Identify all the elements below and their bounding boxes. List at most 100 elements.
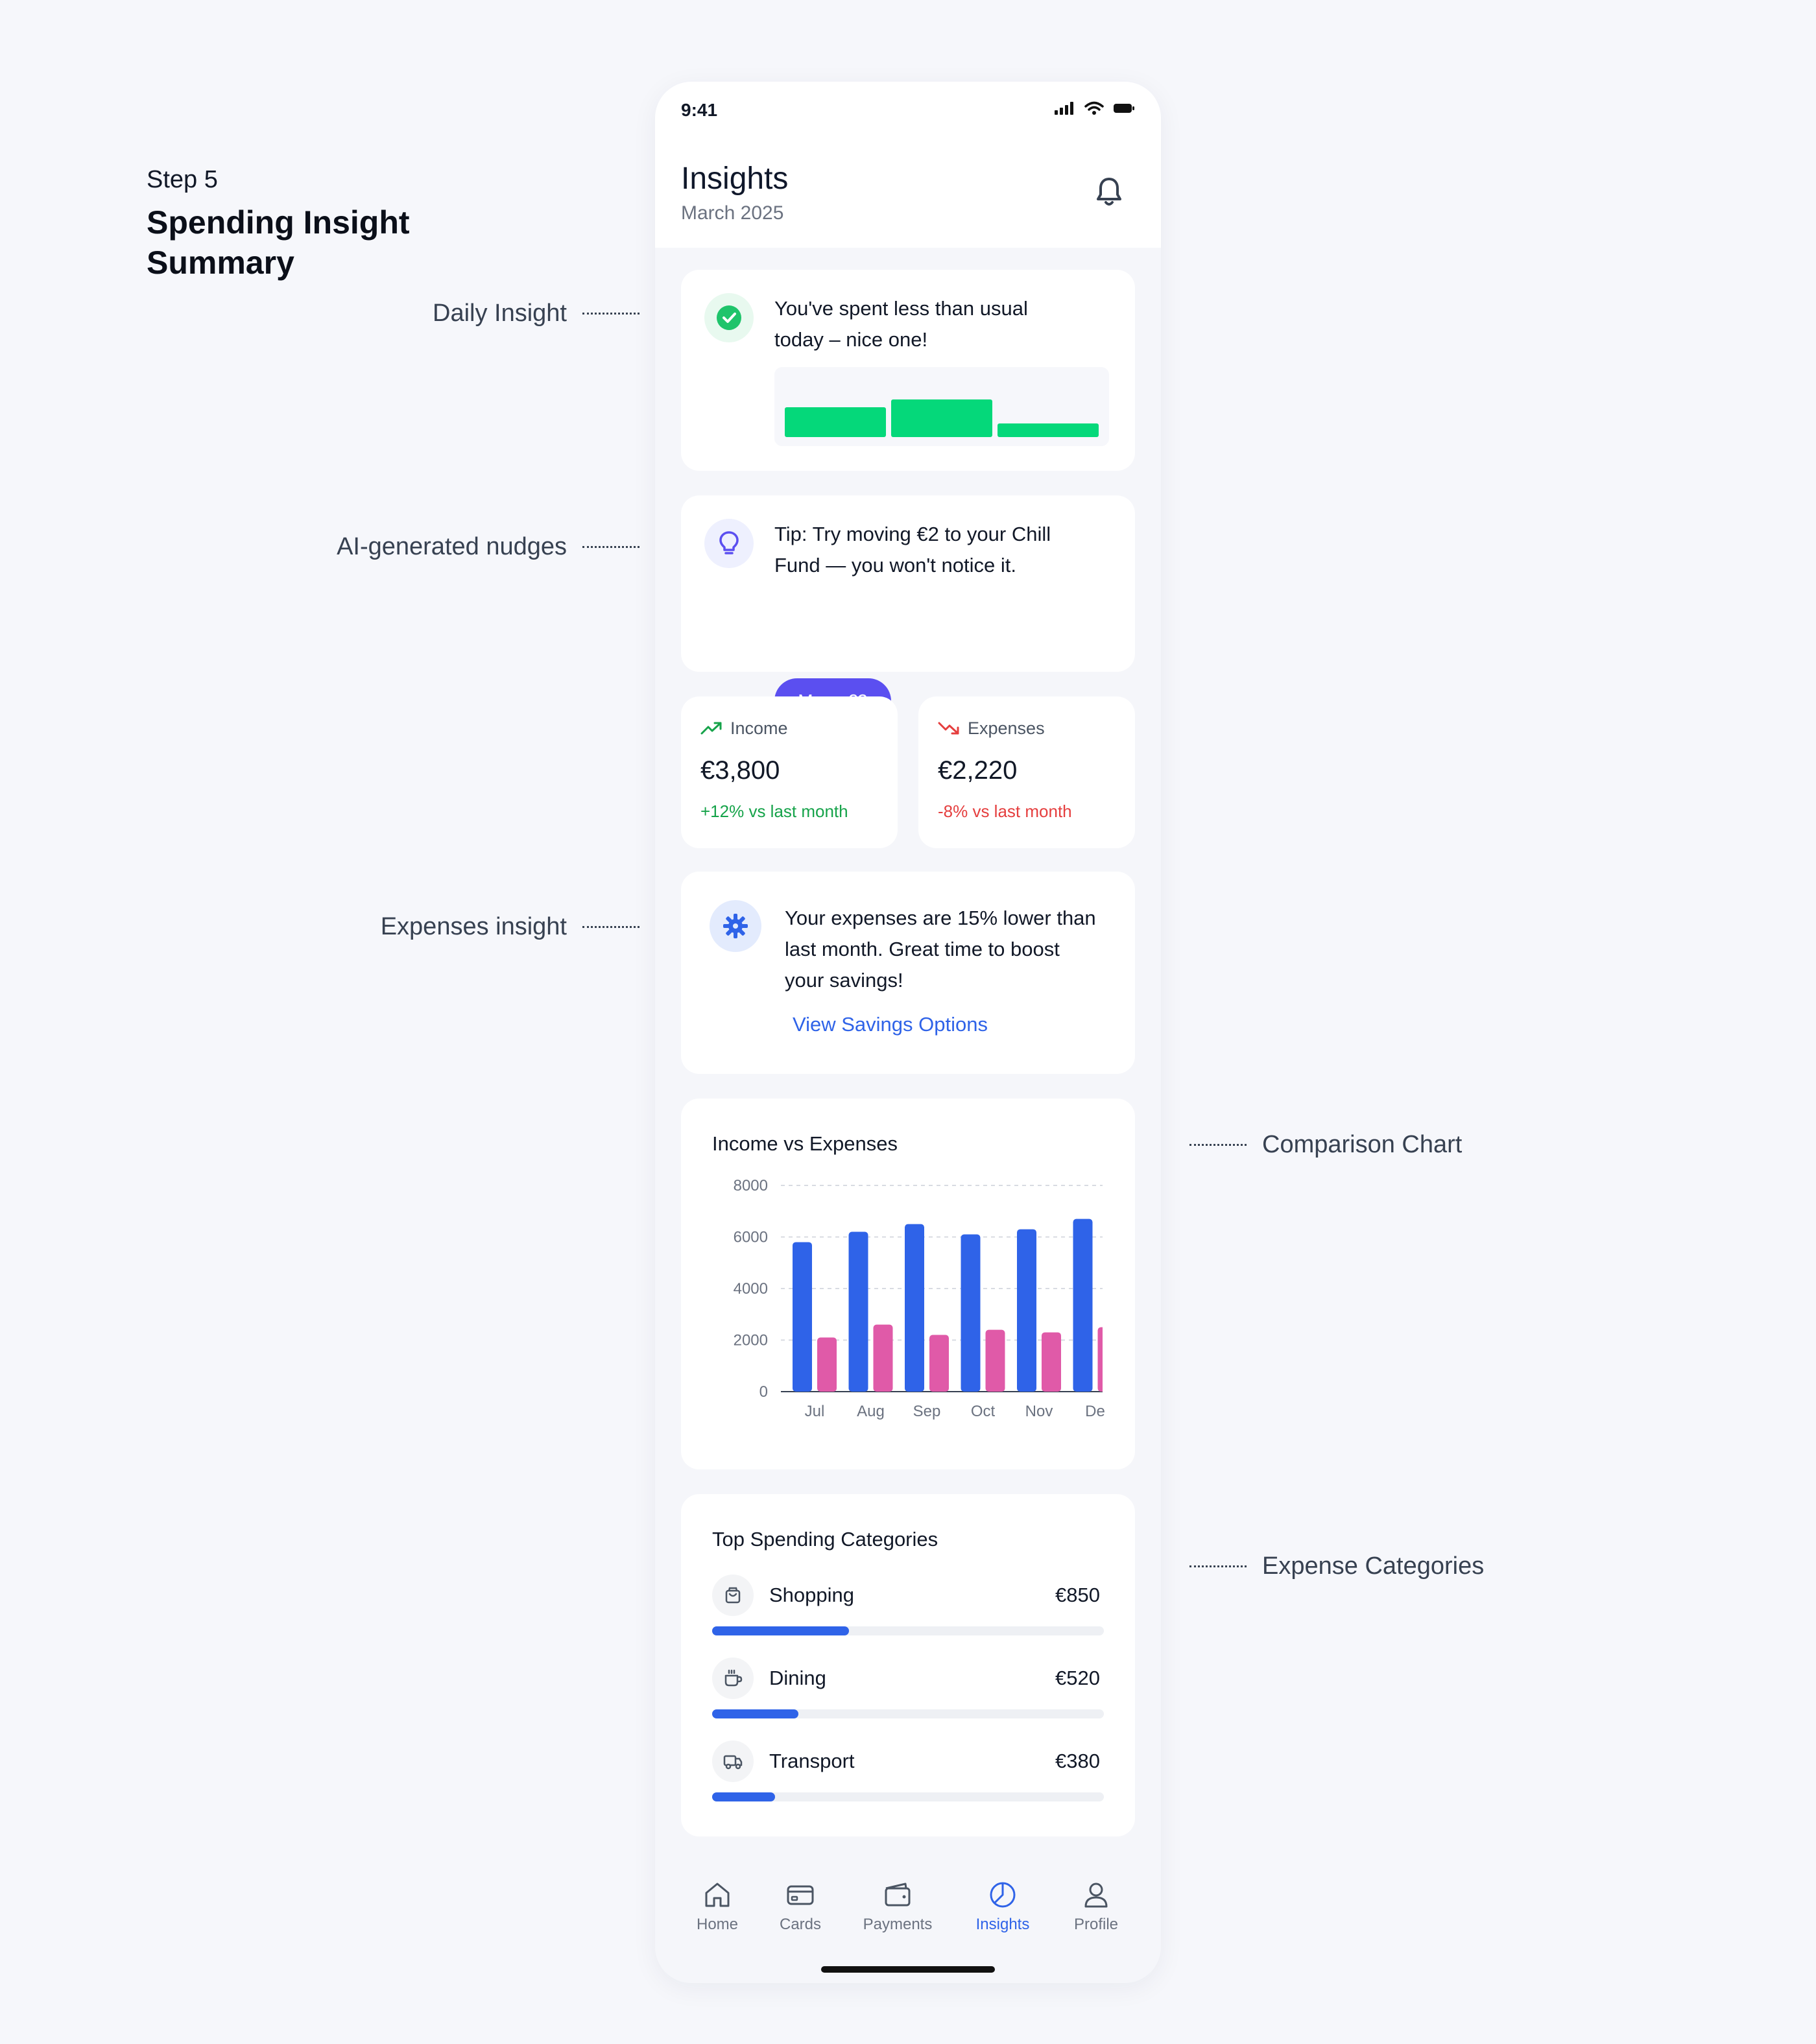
tip-badge — [704, 519, 754, 568]
category-name: Dining — [769, 1667, 826, 1689]
daily-mini-chart — [774, 367, 1109, 446]
y-tick-label: 2000 — [734, 1332, 768, 1349]
income-value: €3,800 — [700, 756, 780, 785]
expense-bar — [817, 1337, 837, 1392]
battery-icon — [1114, 104, 1134, 113]
nav-item-payments[interactable]: Payments — [852, 1879, 943, 1934]
daily-mini-bar — [998, 423, 1099, 437]
category-progress-track — [712, 1792, 1104, 1801]
signal-icon — [1055, 102, 1073, 115]
category-amount: €380 — [1055, 1750, 1100, 1772]
top-categories-card: Top Spending Categories Shopping €850 Di… — [681, 1494, 1135, 1836]
daily-insight-line-1: You've spent less than usual — [774, 297, 1028, 320]
annotation-daily-insight: Daily Insight — [433, 300, 639, 327]
annotation-leader-line — [1189, 1144, 1247, 1146]
bell-icon[interactable] — [1091, 174, 1127, 210]
nav-item-cards[interactable]: Cards — [755, 1879, 846, 1934]
page-title: Insights — [681, 161, 789, 196]
daily-mini-bar — [891, 399, 992, 437]
insight-badge — [710, 900, 761, 952]
y-tick-label: 0 — [759, 1383, 768, 1401]
income-card: Income €3,800 +12% vs last month — [681, 696, 898, 848]
income-bar — [793, 1242, 812, 1392]
category-progress-fill — [712, 1792, 775, 1801]
gear-icon — [723, 914, 748, 938]
expense-bar — [1042, 1332, 1061, 1392]
income-bar — [1073, 1218, 1093, 1392]
annotation-label: AI-generated nudges — [337, 533, 567, 560]
income-bar — [848, 1231, 868, 1392]
category-amount: €850 — [1055, 1584, 1100, 1606]
category-icon-wrap — [712, 1658, 754, 1699]
chart-title: Income vs Expenses — [712, 1132, 898, 1155]
annotation-label: Comparison Chart — [1262, 1131, 1463, 1158]
category-progress-track — [712, 1626, 1104, 1635]
x-tick-label: Sep — [913, 1403, 941, 1420]
income-bar — [905, 1224, 924, 1392]
annotation-leader-line — [1189, 1565, 1247, 1567]
category-amount: €520 — [1055, 1667, 1100, 1689]
y-tick-label: 6000 — [734, 1229, 768, 1246]
insight-line-3: your savings! — [785, 969, 903, 992]
annotation-nudges: AI-generated nudges — [337, 533, 639, 561]
category-progress-track — [712, 1709, 1104, 1718]
bottom-nav: Home Cards Payments Insights Profile — [655, 1860, 1161, 1983]
expenses-change: -8% vs last month — [938, 802, 1072, 821]
nav-label: Home — [696, 1916, 739, 1933]
view-savings-link[interactable]: View Savings Options — [793, 1013, 988, 1036]
phone-screen: 9:41 Insights March 2025 You've spent le… — [655, 82, 1161, 1983]
expense-bar — [985, 1329, 1005, 1392]
insight-line-2: last month. Great time to boost — [785, 938, 1060, 960]
bars-group — [793, 1218, 1103, 1392]
lightbulb-icon — [719, 531, 739, 554]
trending-up-icon — [700, 722, 722, 735]
expenses-insight-card: Your expenses are 15% lower than last mo… — [681, 872, 1135, 1074]
category-row[interactable]: Dining €520 — [712, 1658, 1104, 1735]
category-progress-fill — [712, 1709, 798, 1718]
page-subtitle: March 2025 — [681, 202, 784, 224]
category-name: Shopping — [769, 1584, 855, 1606]
annotation-label: Expense Categories — [1262, 1552, 1485, 1580]
tip-line-2: Fund — you won't notice it. — [774, 554, 1016, 576]
category-icon-wrap — [712, 1575, 754, 1616]
annotation-comparison-chart: Comparison Chart — [1189, 1131, 1462, 1159]
annotation-expense-categories: Expense Categories — [1189, 1552, 1484, 1580]
annotation-label: Expenses insight — [380, 913, 567, 940]
income-change: +12% vs last month — [700, 802, 848, 821]
y-tick-label: 4000 — [734, 1280, 768, 1298]
wifi-icon — [1084, 101, 1104, 115]
status-time: 9:41 — [681, 100, 718, 120]
categories-title: Top Spending Categories — [712, 1528, 938, 1551]
expense-bar — [929, 1335, 949, 1392]
category-row[interactable]: Shopping €850 — [712, 1575, 1104, 1652]
category-icon-wrap — [712, 1741, 754, 1782]
x-tick-label: De — [1085, 1403, 1105, 1420]
nav-label: Cards — [779, 1916, 822, 1933]
expense-bar — [1097, 1327, 1103, 1392]
tip-line-1: Tip: Try moving €2 to your Chill — [774, 523, 1051, 545]
shopping-bag-icon — [725, 1587, 741, 1604]
status-icons — [1055, 101, 1135, 115]
x-tick-label: Aug — [857, 1403, 885, 1420]
annotation-leader-line — [582, 546, 639, 548]
expenses-card: Expenses €2,220 -8% vs last month — [918, 696, 1135, 848]
category-row[interactable]: Transport €380 — [712, 1741, 1104, 1818]
app-header: 9:41 Insights March 2025 — [655, 82, 1161, 248]
truck-icon — [723, 1755, 743, 1770]
daily-insight-line-2: today – nice one! — [774, 328, 928, 351]
category-progress-fill — [712, 1626, 850, 1635]
check-circle-icon — [717, 305, 741, 330]
step-label: Step 5 — [147, 166, 218, 193]
nav-item-profile[interactable]: Profile — [1051, 1879, 1141, 1934]
daily-mini-bar — [785, 407, 886, 437]
expense-bar — [873, 1324, 893, 1392]
check-badge — [704, 293, 754, 342]
nav-item-home[interactable]: Home — [672, 1879, 763, 1934]
income-bar — [1017, 1229, 1036, 1392]
coffee-cup-icon — [724, 1669, 743, 1687]
nav-item-insights[interactable]: Insights — [957, 1879, 1048, 1934]
x-tick-label: Nov — [1025, 1403, 1053, 1420]
home-indicator — [821, 1966, 995, 1973]
nav-label: Profile — [1073, 1916, 1119, 1933]
expenses-label: Expenses — [968, 719, 1045, 738]
